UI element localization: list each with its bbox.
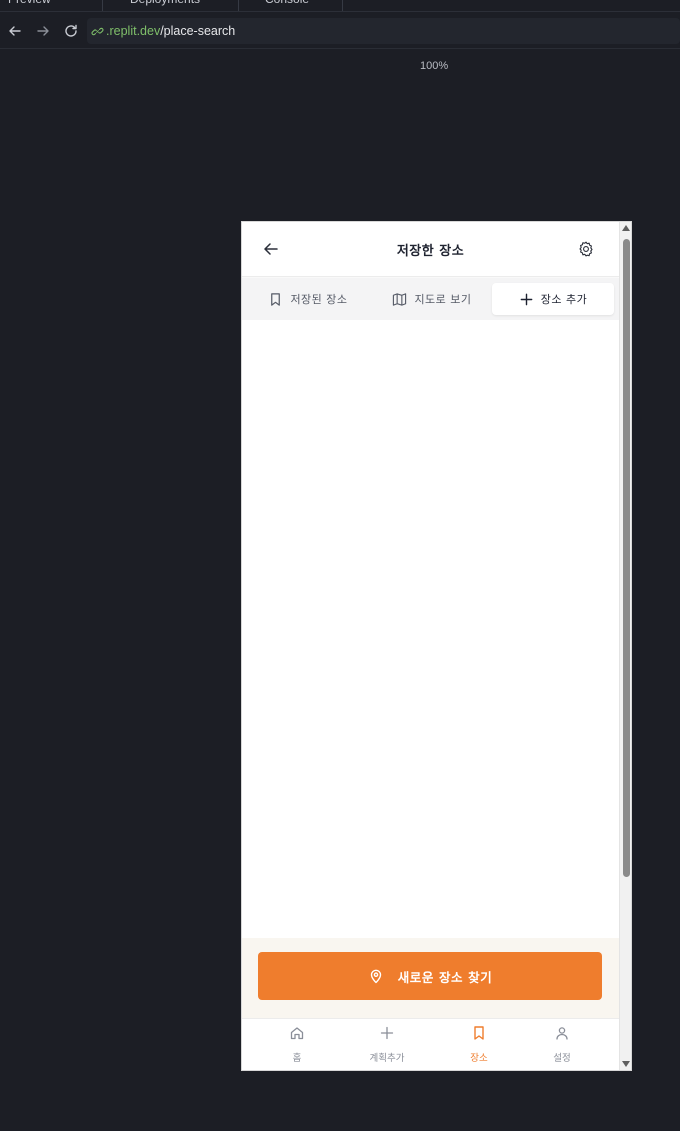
tab-divider bbox=[102, 0, 103, 11]
forward-button[interactable] bbox=[30, 18, 56, 44]
tab-map-view[interactable]: 지도로 보기 bbox=[372, 283, 492, 315]
map-icon bbox=[393, 292, 407, 306]
tab-saved-places[interactable]: 저장된 장소 bbox=[248, 283, 368, 315]
nav-item-home[interactable]: 홈 bbox=[257, 1023, 337, 1069]
home-icon bbox=[290, 1027, 304, 1040]
tab-add-place[interactable]: 장소 추가 bbox=[492, 283, 614, 315]
scrollbar-thumb[interactable] bbox=[623, 239, 630, 877]
nav-label: 장소 bbox=[470, 1053, 488, 1064]
device-preview-frame: 저장한 장소 저장된 장소 지도로 보기 장소 추가 새로운 장소 찾기 홈 계… bbox=[241, 221, 632, 1071]
back-button[interactable] bbox=[2, 18, 28, 44]
app-header: 저장한 장소 bbox=[242, 222, 619, 277]
browser-tab-preview[interactable]: Preview bbox=[8, 0, 51, 11]
reload-icon bbox=[65, 24, 77, 37]
reload-button[interactable] bbox=[58, 18, 84, 44]
cta-label: 새로운 장소 찾기 bbox=[397, 969, 493, 985]
nav-label: 설정 bbox=[553, 1053, 571, 1064]
browser-tab-strip: Preview Deployments Console bbox=[0, 0, 680, 12]
tab-divider bbox=[342, 0, 343, 11]
nav-label: 홈 bbox=[292, 1053, 302, 1064]
user-icon bbox=[556, 1027, 568, 1040]
tab-divider bbox=[238, 0, 239, 11]
scroll-down-arrow-icon[interactable] bbox=[622, 1061, 630, 1067]
action-footer: 새로운 장소 찾기 bbox=[242, 938, 619, 1018]
arrow-right-icon bbox=[37, 25, 49, 36]
tab-label: 장소 추가 bbox=[540, 293, 588, 306]
address-bar-row: .replit.dev/place-search bbox=[0, 13, 680, 49]
tab-label: 저장된 장소 bbox=[290, 293, 348, 306]
bookmark-icon bbox=[271, 292, 281, 306]
nav-label: 계획추가 bbox=[369, 1053, 405, 1064]
nav-item-places[interactable]: 장소 bbox=[439, 1023, 519, 1069]
map-pin-icon bbox=[370, 969, 381, 984]
tab-content-area bbox=[242, 320, 619, 938]
segment-tabs: 저장된 장소 지도로 보기 장소 추가 bbox=[242, 278, 619, 320]
scroll-up-arrow-icon[interactable] bbox=[622, 225, 630, 231]
nav-item-settings[interactable]: 설정 bbox=[522, 1023, 602, 1069]
url-host: .replit.dev bbox=[106, 24, 161, 38]
arrow-left-icon bbox=[9, 25, 21, 36]
find-new-place-button[interactable]: 새로운 장소 찾기 bbox=[258, 952, 602, 1000]
nav-item-add-plan[interactable]: 계획추가 bbox=[347, 1023, 427, 1069]
app-screen: 저장한 장소 저장된 장소 지도로 보기 장소 추가 새로운 장소 찾기 홈 계… bbox=[242, 222, 619, 1070]
browser-tab-deployments[interactable]: Deployments bbox=[130, 0, 200, 11]
preview-scrollbar[interactable] bbox=[619, 222, 631, 1070]
url-field[interactable]: .replit.dev/place-search bbox=[87, 18, 680, 44]
bottom-navigation: 홈 계획추가 장소 설정 bbox=[242, 1018, 619, 1070]
plus-icon bbox=[380, 1026, 394, 1040]
bookmark-icon bbox=[474, 1026, 484, 1040]
url-path: /place-search bbox=[160, 24, 236, 38]
zoom-level: 100% bbox=[420, 60, 449, 72]
tab-label: 지도로 보기 bbox=[414, 293, 472, 306]
browser-tab-console[interactable]: Console bbox=[265, 0, 309, 11]
gear-icon[interactable] bbox=[577, 240, 595, 258]
page-title: 저장한 장소 bbox=[396, 244, 465, 259]
plus-icon bbox=[520, 293, 533, 305]
link-icon bbox=[91, 27, 104, 35]
